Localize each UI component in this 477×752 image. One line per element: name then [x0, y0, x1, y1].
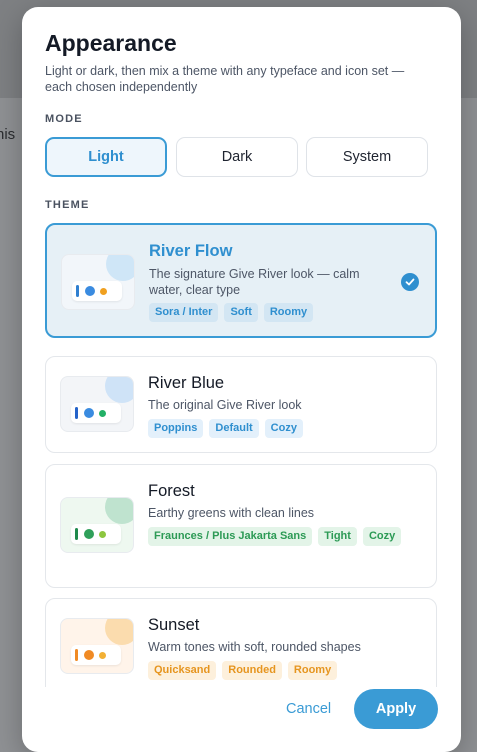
theme-tags: Sora / Inter Soft Roomy [149, 303, 419, 322]
mode-light-button[interactable]: Light [45, 137, 167, 177]
theme-name: Sunset [148, 616, 200, 634]
tag-density: Cozy [264, 419, 303, 438]
backdrop-text: nis [0, 126, 16, 143]
theme-description: The signature Give River look — calm wat… [149, 267, 360, 297]
dialog-subtitle: Light or dark, then mix a theme with any… [45, 64, 405, 94]
theme-section-label: THEME [45, 199, 90, 211]
tag-density: Roomy [263, 303, 314, 322]
mode-selector: Light Dark System [45, 137, 429, 181]
theme-description: Earthy greens with clean lines [148, 506, 315, 520]
tag-typeface: Poppins [148, 419, 204, 438]
mode-dark-button[interactable]: Dark [176, 137, 298, 177]
theme-card-river-blue[interactable]: River Blue The original Give River look … [45, 356, 437, 453]
theme-tags: Fraunces / Plus Jakarta Sans Tight Cozy [148, 527, 418, 546]
theme-preview-sunset [60, 618, 134, 674]
theme-card-sunset[interactable]: Sunset Warm tones with soft, rounded sha… [45, 598, 437, 687]
tag-density: Cozy [362, 527, 402, 546]
theme-preview-river-blue [60, 376, 134, 432]
selected-check-icon [401, 273, 419, 291]
tag-shape: Default [209, 419, 259, 438]
tag-typeface: Quicksand [148, 661, 217, 680]
theme-description: Warm tones with soft, rounded shapes [148, 640, 361, 654]
theme-name: Forest [148, 482, 195, 500]
theme-description: The original Give River look [148, 398, 302, 412]
theme-preview-river-flow [61, 254, 135, 310]
theme-preview-forest [60, 497, 134, 553]
tag-shape: Soft [224, 303, 258, 322]
tag-shape: Tight [318, 527, 357, 546]
apply-button[interactable]: Apply [354, 689, 438, 729]
theme-name: River Flow [149, 242, 233, 260]
theme-tags: Poppins Default Cozy [148, 419, 418, 438]
tag-density: Roomy [287, 661, 338, 680]
mode-section-label: MODE [45, 113, 83, 125]
tag-shape: Rounded [222, 661, 282, 680]
theme-card-forest[interactable]: Forest Earthy greens with clean lines Fr… [45, 464, 437, 588]
cancel-button[interactable]: Cancel [286, 701, 331, 717]
theme-card-river-flow[interactable]: River Flow The signature Give River look… [45, 223, 437, 338]
mode-system-button[interactable]: System [306, 137, 428, 177]
theme-list[interactable]: River Flow The signature Give River look… [45, 223, 437, 687]
theme-tags: Quicksand Rounded Roomy [148, 661, 418, 680]
appearance-dialog: Appearance Light or dark, then mix a the… [22, 7, 461, 752]
theme-name: River Blue [148, 374, 225, 392]
dialog-title: Appearance [45, 30, 177, 56]
tag-typeface: Sora / Inter [149, 303, 219, 322]
tag-typeface: Fraunces / Plus Jakarta Sans [148, 527, 313, 546]
